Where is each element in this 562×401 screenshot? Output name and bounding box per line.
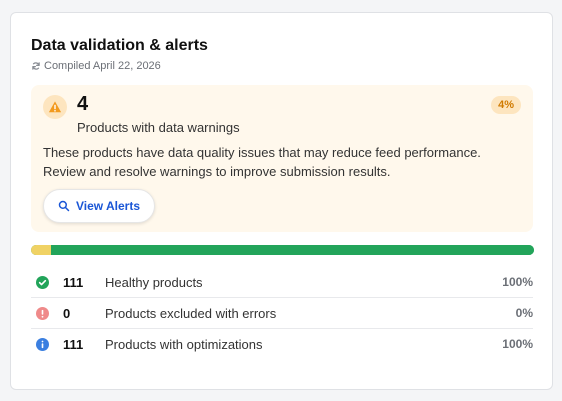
view-alerts-button[interactable]: View Alerts bbox=[43, 189, 155, 223]
warning-panel: 4 Products with data warnings 4% These p… bbox=[31, 85, 533, 232]
warning-icon bbox=[48, 101, 62, 113]
info-circle-icon bbox=[36, 338, 49, 351]
warning-count: 4 bbox=[77, 93, 89, 115]
warning-icon-badge bbox=[43, 95, 67, 119]
stat-label: Healthy products bbox=[105, 275, 203, 290]
warning-description: These products have data quality issues … bbox=[43, 145, 481, 179]
stat-label: Products excluded with errors bbox=[105, 306, 277, 321]
stat-percent: 0% bbox=[515, 306, 533, 320]
search-icon bbox=[58, 200, 70, 212]
stat-count: 111 bbox=[63, 275, 84, 290]
bar-segment-healthy bbox=[51, 245, 534, 255]
status-progress-bar bbox=[31, 245, 534, 255]
stats-list: 111 Healthy products 100% 0 Products exc… bbox=[31, 267, 533, 360]
warning-percent-badge: 4% bbox=[491, 96, 521, 114]
bar-segment-warnings bbox=[31, 245, 52, 255]
compiled-date: Compiled April 22, 2026 bbox=[31, 60, 161, 72]
view-alerts-label: View Alerts bbox=[75, 199, 141, 213]
refresh-icon bbox=[32, 62, 40, 70]
check-circle-icon bbox=[36, 276, 49, 289]
card-title: Data validation & alerts bbox=[31, 37, 208, 54]
stat-percent: 100% bbox=[502, 337, 533, 351]
validation-card: Data validation & alerts Compiled April … bbox=[10, 12, 553, 390]
compiled-text: Compiled April 22, 2026 bbox=[44, 60, 161, 72]
stat-percent: 100% bbox=[502, 275, 533, 289]
stat-row-optimizations: 111 Products with optimizations 100% bbox=[31, 329, 533, 360]
warning-label: Products with data warnings bbox=[77, 120, 240, 135]
stat-row-errors: 0 Products excluded with errors 0% bbox=[31, 298, 533, 329]
stat-label: Products with optimizations bbox=[105, 337, 263, 352]
stat-count: 0 bbox=[63, 306, 71, 321]
stat-row-healthy: 111 Healthy products 100% bbox=[31, 267, 533, 298]
stat-count: 111 bbox=[63, 337, 84, 352]
error-circle-icon bbox=[36, 307, 49, 320]
